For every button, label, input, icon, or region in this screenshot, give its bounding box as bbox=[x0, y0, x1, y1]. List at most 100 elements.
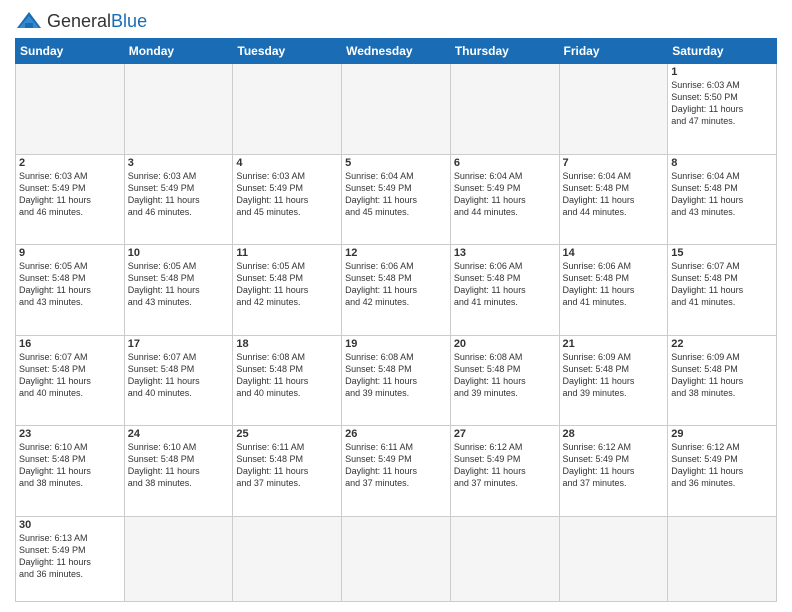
weekday-header-monday: Monday bbox=[124, 39, 233, 64]
calendar-cell bbox=[124, 64, 233, 155]
day-number: 25 bbox=[236, 428, 338, 440]
day-number: 3 bbox=[128, 157, 230, 169]
calendar-cell: 30Sunrise: 6:13 AM Sunset: 5:49 PM Dayli… bbox=[16, 516, 125, 602]
calendar-cell bbox=[559, 516, 668, 602]
calendar-cell: 3Sunrise: 6:03 AM Sunset: 5:49 PM Daylig… bbox=[124, 154, 233, 245]
calendar-cell bbox=[342, 516, 451, 602]
day-info: Sunrise: 6:04 AM Sunset: 5:48 PM Dayligh… bbox=[671, 170, 773, 219]
calendar-cell: 27Sunrise: 6:12 AM Sunset: 5:49 PM Dayli… bbox=[450, 426, 559, 517]
calendar-cell: 23Sunrise: 6:10 AM Sunset: 5:48 PM Dayli… bbox=[16, 426, 125, 517]
week-row-4: 16Sunrise: 6:07 AM Sunset: 5:48 PM Dayli… bbox=[16, 335, 777, 426]
calendar-cell bbox=[450, 516, 559, 602]
calendar-cell: 8Sunrise: 6:04 AM Sunset: 5:48 PM Daylig… bbox=[668, 154, 777, 245]
weekday-header-sunday: Sunday bbox=[16, 39, 125, 64]
calendar-cell bbox=[668, 516, 777, 602]
day-info: Sunrise: 6:11 AM Sunset: 5:48 PM Dayligh… bbox=[236, 441, 338, 490]
calendar-cell bbox=[233, 516, 342, 602]
calendar-cell: 10Sunrise: 6:05 AM Sunset: 5:48 PM Dayli… bbox=[124, 245, 233, 336]
day-info: Sunrise: 6:11 AM Sunset: 5:49 PM Dayligh… bbox=[345, 441, 447, 490]
day-number: 8 bbox=[671, 157, 773, 169]
day-info: Sunrise: 6:08 AM Sunset: 5:48 PM Dayligh… bbox=[345, 351, 447, 400]
day-number: 27 bbox=[454, 428, 556, 440]
day-number: 23 bbox=[19, 428, 121, 440]
day-number: 29 bbox=[671, 428, 773, 440]
day-number: 17 bbox=[128, 338, 230, 350]
day-number: 5 bbox=[345, 157, 447, 169]
calendar-cell: 20Sunrise: 6:08 AM Sunset: 5:48 PM Dayli… bbox=[450, 335, 559, 426]
day-info: Sunrise: 6:03 AM Sunset: 5:50 PM Dayligh… bbox=[671, 79, 773, 128]
day-info: Sunrise: 6:12 AM Sunset: 5:49 PM Dayligh… bbox=[671, 441, 773, 490]
page: GeneralBlue SundayMondayTuesdayWednesday… bbox=[0, 0, 792, 612]
calendar-cell bbox=[342, 64, 451, 155]
day-number: 21 bbox=[563, 338, 665, 350]
day-info: Sunrise: 6:07 AM Sunset: 5:48 PM Dayligh… bbox=[128, 351, 230, 400]
logo-icon bbox=[15, 10, 43, 32]
header: GeneralBlue bbox=[15, 10, 777, 32]
week-row-3: 9Sunrise: 6:05 AM Sunset: 5:48 PM Daylig… bbox=[16, 245, 777, 336]
calendar-cell: 25Sunrise: 6:11 AM Sunset: 5:48 PM Dayli… bbox=[233, 426, 342, 517]
calendar-cell: 1Sunrise: 6:03 AM Sunset: 5:50 PM Daylig… bbox=[668, 64, 777, 155]
calendar-cell: 12Sunrise: 6:06 AM Sunset: 5:48 PM Dayli… bbox=[342, 245, 451, 336]
calendar-cell: 5Sunrise: 6:04 AM Sunset: 5:49 PM Daylig… bbox=[342, 154, 451, 245]
day-info: Sunrise: 6:05 AM Sunset: 5:48 PM Dayligh… bbox=[19, 260, 121, 309]
day-number: 11 bbox=[236, 247, 338, 259]
weekday-header-row: SundayMondayTuesdayWednesdayThursdayFrid… bbox=[16, 39, 777, 64]
logo-text: GeneralBlue bbox=[47, 11, 147, 32]
calendar-table: SundayMondayTuesdayWednesdayThursdayFrid… bbox=[15, 38, 777, 602]
week-row-2: 2 Sunrise: 6:03 AM Sunset: 5:49 PM Daylig… bbox=[16, 154, 777, 245]
day-number: 4 bbox=[236, 157, 338, 169]
day-info: Sunrise: 6:06 AM Sunset: 5:48 PM Dayligh… bbox=[345, 260, 447, 309]
calendar-cell: 9Sunrise: 6:05 AM Sunset: 5:48 PM Daylig… bbox=[16, 245, 125, 336]
day-number: 9 bbox=[19, 247, 121, 259]
weekday-header-thursday: Thursday bbox=[450, 39, 559, 64]
day-info: Sunrise: 6:03 AM Sunset: 5:49 PM Dayligh… bbox=[128, 170, 230, 219]
logo: GeneralBlue bbox=[15, 10, 147, 32]
day-info: Sunrise: 6:09 AM Sunset: 5:48 PM Dayligh… bbox=[563, 351, 665, 400]
calendar-cell: 17Sunrise: 6:07 AM Sunset: 5:48 PM Dayli… bbox=[124, 335, 233, 426]
day-number: 26 bbox=[345, 428, 447, 440]
calendar-cell bbox=[450, 64, 559, 155]
calendar-cell: 11Sunrise: 6:05 AM Sunset: 5:48 PM Dayli… bbox=[233, 245, 342, 336]
day-number: 7 bbox=[563, 157, 665, 169]
day-info: Sunrise: 6:06 AM Sunset: 5:48 PM Dayligh… bbox=[563, 260, 665, 309]
day-info: Sunrise: 6:12 AM Sunset: 5:49 PM Dayligh… bbox=[563, 441, 665, 490]
week-row-5: 23 Sunrise: 6:10 AM Sunset: 5:48 PM Dayli… bbox=[16, 426, 777, 517]
calendar-cell bbox=[559, 64, 668, 155]
day-info: Sunrise: 6:07 AM Sunset: 5:48 PM Dayligh… bbox=[19, 351, 121, 400]
day-number: 20 bbox=[454, 338, 556, 350]
day-info: Sunrise: 6:03 AM Sunset: 5:49 PM Dayligh… bbox=[236, 170, 338, 219]
day-number: 30 bbox=[19, 519, 121, 531]
calendar-cell: 2Sunrise: 6:03 AM Sunset: 5:49 PM Daylig… bbox=[16, 154, 125, 245]
day-number: 19 bbox=[345, 338, 447, 350]
calendar-cell: 24Sunrise: 6:10 AM Sunset: 5:48 PM Dayli… bbox=[124, 426, 233, 517]
day-number: 2 bbox=[19, 157, 121, 169]
day-number: 15 bbox=[671, 247, 773, 259]
calendar-cell bbox=[124, 516, 233, 602]
day-info: Sunrise: 6:12 AM Sunset: 5:49 PM Dayligh… bbox=[454, 441, 556, 490]
day-number: 28 bbox=[563, 428, 665, 440]
day-number: 12 bbox=[345, 247, 447, 259]
day-info: Sunrise: 6:09 AM Sunset: 5:48 PM Dayligh… bbox=[671, 351, 773, 400]
calendar-cell: 16Sunrise: 6:07 AM Sunset: 5:48 PM Dayli… bbox=[16, 335, 125, 426]
day-number: 24 bbox=[128, 428, 230, 440]
calendar-cell: 4Sunrise: 6:03 AM Sunset: 5:49 PM Daylig… bbox=[233, 154, 342, 245]
day-info: Sunrise: 6:04 AM Sunset: 5:49 PM Dayligh… bbox=[345, 170, 447, 219]
day-info: Sunrise: 6:10 AM Sunset: 5:48 PM Dayligh… bbox=[128, 441, 230, 490]
day-info: Sunrise: 6:07 AM Sunset: 5:48 PM Dayligh… bbox=[671, 260, 773, 309]
day-number: 14 bbox=[563, 247, 665, 259]
week-row-1: 1Sunrise: 6:03 AM Sunset: 5:50 PM Daylig… bbox=[16, 64, 777, 155]
day-info: Sunrise: 6:05 AM Sunset: 5:48 PM Dayligh… bbox=[236, 260, 338, 309]
week-row-6: 30Sunrise: 6:13 AM Sunset: 5:49 PM Dayli… bbox=[16, 516, 777, 602]
day-info: Sunrise: 6:05 AM Sunset: 5:48 PM Dayligh… bbox=[128, 260, 230, 309]
calendar-cell: 22Sunrise: 6:09 AM Sunset: 5:48 PM Dayli… bbox=[668, 335, 777, 426]
calendar-cell: 14Sunrise: 6:06 AM Sunset: 5:48 PM Dayli… bbox=[559, 245, 668, 336]
day-number: 6 bbox=[454, 157, 556, 169]
calendar-cell: 13Sunrise: 6:06 AM Sunset: 5:48 PM Dayli… bbox=[450, 245, 559, 336]
calendar-cell: 26Sunrise: 6:11 AM Sunset: 5:49 PM Dayli… bbox=[342, 426, 451, 517]
weekday-header-wednesday: Wednesday bbox=[342, 39, 451, 64]
day-number: 1 bbox=[671, 66, 773, 78]
weekday-header-friday: Friday bbox=[559, 39, 668, 64]
day-number: 22 bbox=[671, 338, 773, 350]
weekday-header-saturday: Saturday bbox=[668, 39, 777, 64]
day-info: Sunrise: 6:08 AM Sunset: 5:48 PM Dayligh… bbox=[236, 351, 338, 400]
